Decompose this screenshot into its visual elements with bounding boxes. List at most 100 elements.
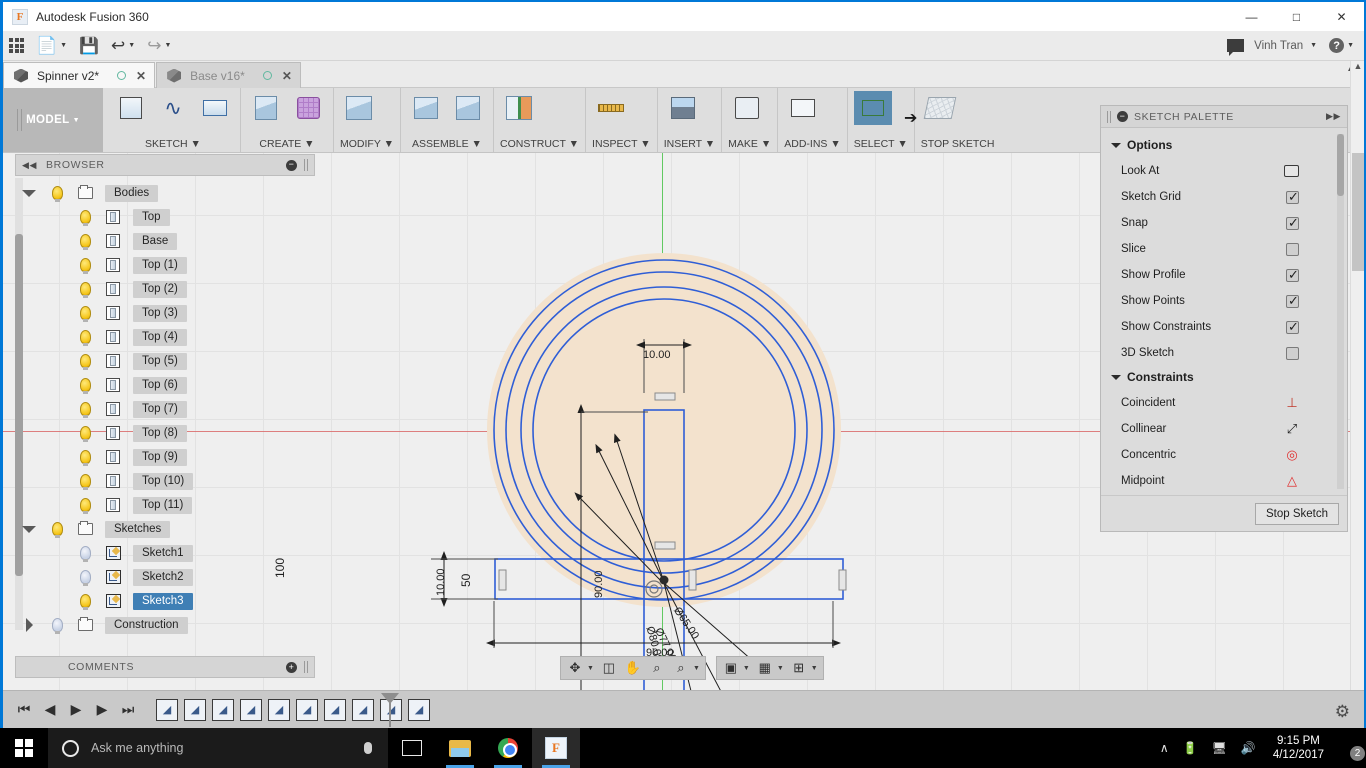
add-comment-icon[interactable]: + [286, 661, 297, 673]
expander-icon[interactable] [15, 525, 43, 533]
action-center-icon[interactable]: 2 [1338, 739, 1365, 761]
orbit-icon[interactable]: ✥ [563, 657, 587, 679]
chevron-down-icon[interactable]: ▼ [693, 665, 700, 672]
palette-section-header[interactable]: Options [1101, 134, 1347, 158]
checkbox-show-profile[interactable] [1286, 267, 1299, 283]
visibility-toggle[interactable] [71, 474, 99, 490]
mesh-icon[interactable] [289, 91, 327, 125]
visibility-toggle[interactable] [71, 594, 99, 610]
browser-item-label[interactable]: Top (9) [133, 448, 187, 466]
browser-tree-row[interactable]: Top [15, 205, 315, 229]
fusion-360-icon[interactable]: F [532, 728, 580, 768]
ribbon-group-label[interactable]: MAKE ▼ [728, 137, 771, 150]
minimize-button[interactable]: — [1229, 2, 1274, 31]
palette-row[interactable]: 3D Sketch [1101, 340, 1347, 366]
visibility-toggle[interactable] [71, 354, 99, 370]
chevron-down-icon[interactable]: ▼ [811, 665, 818, 672]
visibility-toggle[interactable] [71, 570, 99, 586]
chevron-down-icon[interactable]: ▼ [587, 665, 594, 672]
panel-grip[interactable] [304, 159, 308, 171]
display-settings-icon[interactable]: ▣ [719, 657, 743, 679]
checkbox-3d-sketch[interactable] [1286, 346, 1299, 360]
checkbox-snap[interactable] [1286, 215, 1299, 231]
dim-label-10-left[interactable]: 10.00 [435, 568, 447, 596]
collinear-icon[interactable]: ⤢ [1285, 421, 1299, 436]
app-grid-button[interactable] [3, 32, 30, 60]
network-icon[interactable]: 🖥 [1212, 741, 1227, 755]
extrude-icon[interactable] [247, 91, 285, 125]
ribbon-group-label[interactable]: CREATE ▼ [247, 137, 327, 150]
save-button[interactable]: 💾 [73, 32, 105, 60]
insert-image-icon[interactable] [664, 91, 702, 125]
browser-tree-row[interactable]: Top (3) [15, 301, 315, 325]
3d-print-icon[interactable] [728, 91, 766, 125]
scroll-up-icon[interactable]: ▲ [1351, 61, 1365, 77]
browser-tree-row[interactable]: Top (1) [15, 253, 315, 277]
mesh-feature[interactable]: ◢ [184, 698, 206, 721]
visibility-toggle[interactable] [71, 402, 99, 418]
visibility-toggle[interactable] [71, 306, 99, 322]
task-view-icon[interactable] [388, 728, 436, 768]
palette-row[interactable]: Show Constraints [1101, 314, 1347, 340]
palette-scrollbar[interactable] [1337, 134, 1344, 489]
play-icon[interactable]: ▶ [63, 697, 89, 723]
browser-tree-row[interactable]: Top (4) [15, 325, 315, 349]
chevron-down-icon[interactable]: ▼ [1310, 42, 1317, 49]
visibility-toggle[interactable] [43, 522, 71, 538]
spline-icon[interactable]: ∿ [154, 91, 192, 125]
checkbox-sketch-grid[interactable] [1286, 189, 1299, 205]
revolve-feature[interactable]: ◢ [212, 698, 234, 721]
checkbox-slice[interactable] [1286, 242, 1299, 256]
visibility-toggle[interactable] [43, 186, 71, 202]
zoom-window-icon[interactable]: ⌕ [669, 657, 693, 679]
browser-tree-row[interactable]: Top (7) [15, 397, 315, 421]
browser-item-label[interactable]: Top (6) [133, 376, 187, 394]
user-name-label[interactable]: Vinh Tran [1254, 40, 1303, 52]
offset-plane-icon[interactable] [500, 91, 538, 125]
visibility-toggle[interactable] [43, 618, 71, 634]
visibility-toggle[interactable] [71, 258, 99, 274]
browser-tree-row[interactable]: Bodies [15, 181, 315, 205]
visibility-toggle[interactable] [71, 210, 99, 226]
loft-feature[interactable]: ◢ [268, 698, 290, 721]
ribbon-group-label[interactable]: SKETCH ▼ [112, 137, 234, 150]
visibility-toggle[interactable] [71, 426, 99, 442]
palette-row[interactable]: Look At [1101, 158, 1347, 184]
google-chrome-icon[interactable] [484, 728, 532, 768]
ribbon-group-label[interactable]: INSERT ▼ [664, 137, 715, 150]
visibility-toggle[interactable] [71, 330, 99, 346]
browser-item-label[interactable]: Top (4) [133, 328, 187, 346]
browser-tree-row[interactable]: Sketch3 [15, 589, 315, 613]
palette-row[interactable]: Concentric ◎ [1101, 442, 1347, 468]
browser-tree-row[interactable]: Top (8) [15, 421, 315, 445]
minimize-panel-icon[interactable]: − [1117, 111, 1128, 122]
minimize-panel-icon[interactable]: − [286, 159, 297, 171]
close-button[interactable]: ✕ [1319, 2, 1364, 31]
step-back-icon[interactable]: ◀ [37, 697, 63, 723]
checkbox-show-constraints[interactable] [1286, 319, 1299, 335]
browser-tree-row[interactable]: Top (5) [15, 349, 315, 373]
palette-row[interactable]: Show Profile [1101, 262, 1347, 288]
browser-item-label[interactable]: Sketch2 [133, 568, 193, 586]
sketch-feature-2[interactable]: ◢ [324, 698, 346, 721]
ribbon-group-label[interactable]: MODIFY ▼ [340, 137, 394, 150]
palette-row[interactable]: Snap [1101, 210, 1347, 236]
browser-item-label[interactable]: Top (8) [133, 424, 187, 442]
collapse-left-icon[interactable]: ◀◀ [22, 160, 37, 171]
browser-item-label[interactable]: Top (7) [133, 400, 187, 418]
battery-icon[interactable]: 🔋 [1183, 741, 1198, 755]
visibility-toggle[interactable] [71, 234, 99, 250]
stop-sketch-button[interactable]: Stop Sketch [1254, 502, 1339, 525]
browser-item-label[interactable]: Top (3) [133, 304, 187, 322]
ribbon-group-label[interactable]: CONSTRUCT ▼ [500, 137, 579, 150]
coincident-icon[interactable]: ⊥ [1285, 395, 1299, 410]
clock[interactable]: 9:15 PM 4/12/2017 [1273, 734, 1324, 762]
new-file-button[interactable]: 📄 ▼ [30, 32, 73, 60]
shell-feature[interactable]: ◢ [296, 698, 318, 721]
visibility-toggle[interactable] [71, 378, 99, 394]
visibility-toggle[interactable] [71, 450, 99, 466]
expand-right-icon[interactable]: ▶▶ [1326, 111, 1341, 122]
browser-item-label[interactable]: Top (2) [133, 280, 187, 298]
ribbon-group-label[interactable]: ADD-INS ▼ [784, 137, 841, 150]
canvas-scrollbar[interactable]: ▲ [1350, 61, 1364, 690]
